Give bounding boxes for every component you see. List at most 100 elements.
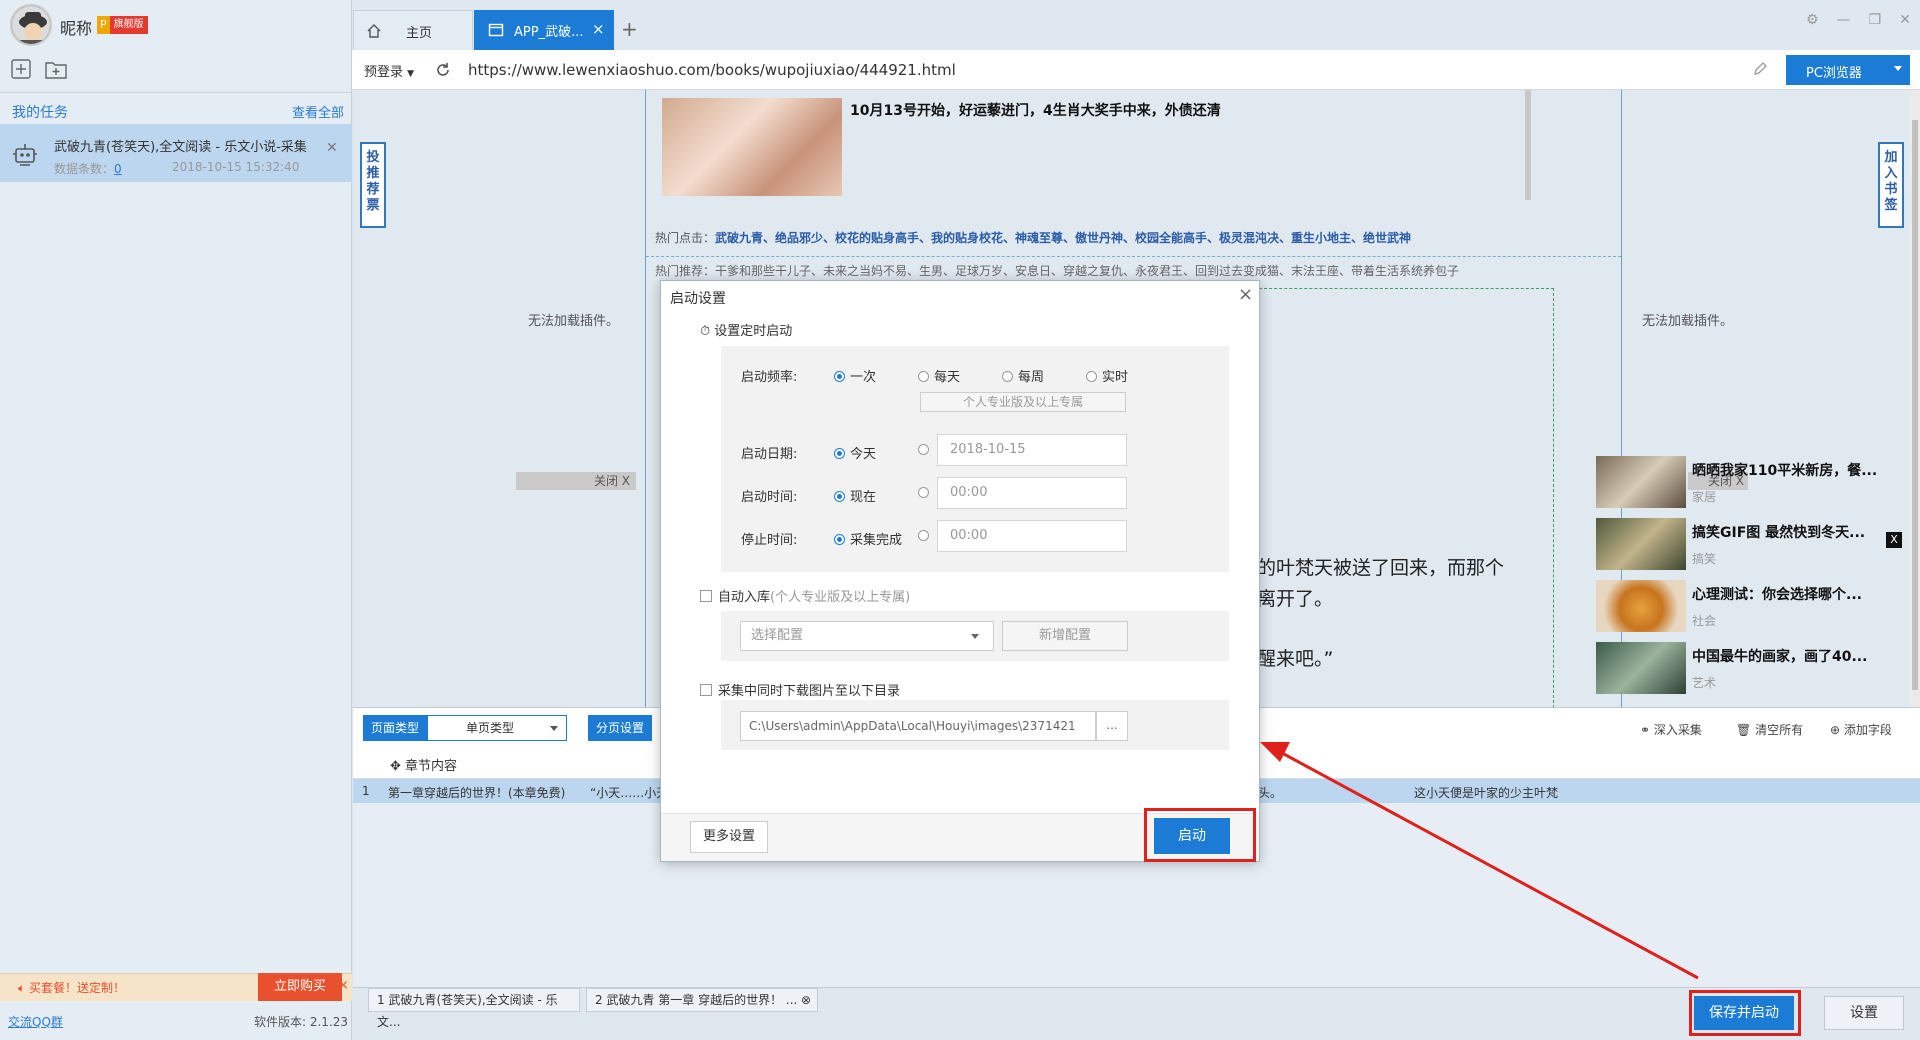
tab-home[interactable]: 主页 (353, 10, 473, 50)
bookmark-button[interactable]: 加入书签 (1878, 142, 1904, 228)
gear-icon[interactable]: ⚙ (1806, 12, 1819, 28)
page-icon (488, 23, 504, 37)
new-config-button[interactable]: 新增配置 (1002, 621, 1128, 651)
more-settings-button[interactable]: 更多设置 (690, 821, 768, 853)
promo-text[interactable]: 🔈︎ 买套餐！送定制！ (18, 979, 125, 996)
task-title: 武破九青(苍笑天),全文阅读 - 乐文小说-采集 (54, 140, 307, 155)
article-headline[interactable]: 10月13号开始，好运藜进门，4生肖大奖手中来，外债还清 (850, 100, 1221, 120)
stop-time-input[interactable]: 00:00 (937, 520, 1127, 552)
chevron-down-icon (971, 634, 979, 639)
deep-collect-button[interactable]: ⚭ 深入采集 (1640, 721, 1702, 738)
clock-icon: ⏱︎ (700, 324, 715, 339)
new-folder-icon[interactable] (44, 58, 68, 82)
image-path-input[interactable]: C:\Users\admin\AppData\Local\Houyi\image… (740, 711, 1096, 741)
software-version: 软件版本: 2.1.23 (254, 1015, 349, 1029)
plugin-error: 无法加载插件。 (528, 314, 620, 329)
frequency-label: 启动频率: (741, 370, 798, 385)
status-tab[interactable]: 1 武破九青(苍笑天),全文阅读 - 乐文... (368, 988, 580, 1029)
home-icon (367, 24, 381, 38)
story-text: 的叶梵天被送了回来，而那个 离开了。 (1257, 557, 1505, 610)
news-item[interactable]: 心理测试：你会选择哪个... 社会 (1596, 580, 1896, 636)
download-images-checkbox[interactable]: 采集中同时下载图片至以下目录 (700, 680, 900, 699)
settings-button[interactable]: 设置 (1824, 996, 1904, 1030)
news-item[interactable]: 搞笑GIF图 最然快到冬天... 搞笑 (1596, 518, 1896, 574)
vip-badge: P 旗舰版 (97, 16, 148, 34)
plus-circle-icon: ⊕ (1830, 723, 1844, 737)
url-field[interactable]: https://www.lewenxiaoshuo.com/books/wupo… (468, 61, 956, 79)
close-ad-button[interactable]: 关闭 X (516, 472, 636, 490)
minimize-icon[interactable]: — (1837, 12, 1851, 28)
new-tab-button[interactable]: + (621, 17, 638, 41)
start-button[interactable]: 启动 (1154, 818, 1230, 854)
refresh-icon[interactable] (434, 61, 452, 79)
qq-group-link[interactable]: 交流QQ群 (8, 1013, 63, 1030)
tab-app-label: APP_武破... (514, 25, 584, 40)
vote-button[interactable]: 投推荐票 (360, 142, 386, 228)
window-controls: ⚙ — ❐ ✕ (1806, 12, 1911, 28)
tab-home-label: 主页 (406, 26, 433, 41)
config-select[interactable]: 选择配置 (740, 621, 994, 651)
browse-button[interactable]: ... (1096, 711, 1128, 741)
row-number: 1 (362, 784, 370, 798)
date-custom-radio[interactable] (918, 443, 934, 458)
pro-only-note: 个人专业版及以上专属 (920, 392, 1126, 412)
my-tasks-heading: 我的任务 (12, 105, 68, 121)
task-close-icon[interactable]: ✕ (326, 140, 338, 156)
column-header[interactable]: ✥ 章节内容 (390, 755, 457, 774)
view-all-link[interactable]: 查看全部 (292, 102, 344, 121)
stop-complete-radio[interactable]: 采集完成 (834, 529, 902, 548)
page-setting-button[interactable]: 分页设置 (588, 715, 652, 741)
close-icon[interactable]: ✕ (1899, 12, 1911, 28)
trash-icon: 🗑︎ (1736, 723, 1756, 737)
start-date-label: 启动日期: (741, 447, 798, 462)
tab-close-icon[interactable]: × (592, 20, 605, 38)
freq-once-radio[interactable]: 一次 (834, 366, 876, 385)
divider (646, 256, 1621, 257)
freq-realtime-radio[interactable]: 实时 (1086, 366, 1128, 385)
add-field-button[interactable]: ⊕ 添加字段 (1830, 721, 1892, 738)
edit-icon[interactable] (1752, 61, 1768, 77)
clear-all-button[interactable]: 🗑︎ 清空所有 (1736, 721, 1803, 738)
chevron-down-icon: ▼ (407, 69, 415, 79)
user-nickname[interactable]: 昵称 (60, 15, 92, 39)
timed-start-heading: ⏱︎ 设置定时启动 (700, 324, 793, 339)
tab-app[interactable]: APP_武破... × (474, 10, 614, 50)
page-scrollbar[interactable] (1910, 90, 1920, 707)
avatar[interactable] (10, 4, 52, 46)
stop-custom-radio[interactable] (918, 529, 934, 544)
page-type-select[interactable]: 单页类型 (427, 715, 567, 741)
date-today-radio[interactable]: 今天 (834, 443, 876, 462)
chevron-down-icon (1894, 66, 1902, 71)
start-time-input[interactable]: 00:00 (937, 477, 1127, 509)
auto-import-checkbox[interactable]: 自动入库(个人专业版及以上专属) (700, 586, 910, 605)
page-type-label: 页面类型 (363, 715, 427, 741)
article-image[interactable] (662, 98, 842, 196)
freq-daily-radio[interactable]: 每天 (918, 366, 960, 385)
maximize-icon[interactable]: ❐ (1869, 12, 1882, 28)
news-item[interactable]: 中国最牛的画家，画了40... 艺术 (1596, 642, 1896, 698)
link-icon: ⚭ (1640, 723, 1654, 737)
start-date-input[interactable]: 2018-10-15 (937, 434, 1127, 466)
prelogin-dropdown[interactable]: 预登录 ▼ (364, 61, 414, 80)
table-cell: “小天……小天 (590, 786, 669, 800)
time-custom-radio[interactable] (918, 486, 934, 501)
new-task-icon[interactable] (10, 58, 34, 82)
close-icon[interactable]: × (1238, 284, 1253, 305)
plugin-error: 无法加载插件。 (1642, 314, 1734, 329)
status-tab[interactable]: 2 武破九青 第一章 穿越后的世界！ ... ⊗ (586, 988, 818, 1012)
inner-scrollbar[interactable] (1525, 90, 1531, 200)
dialog-title: 启动设置 (670, 291, 726, 307)
time-now-radio[interactable]: 现在 (834, 486, 876, 505)
stop-time-label: 停止时间: (741, 533, 798, 548)
buy-now-button[interactable]: 立即购买 (258, 973, 342, 1001)
pc-browser-button[interactable]: PC浏览器 (1786, 55, 1910, 85)
close-icon[interactable]: ⊗ (801, 989, 811, 1011)
hot-recommend[interactable]: 热门推荐：干爹和那些干儿子、未来之当妈不易、生男、足球万岁、安息日、穿越之复仇、… (655, 262, 1459, 279)
story-text: 醒来吧。” (1257, 648, 1334, 670)
save-and-start-button[interactable]: 保存并启动 (1694, 996, 1794, 1030)
hot-links[interactable]: 热门点击：武破九青、绝品邪少、校花的贴身高手、我的贴身校花、神魂至尊、傲世丹神、… (655, 229, 1411, 246)
news-item[interactable]: 晒晒我家110平米新房，餐... 家居 (1596, 456, 1896, 512)
promo-close-icon[interactable]: × (338, 978, 349, 993)
freq-weekly-radio[interactable]: 每周 (1002, 366, 1044, 385)
table-cell: 这小天便是叶家的少主叶梵 (1414, 786, 1559, 800)
